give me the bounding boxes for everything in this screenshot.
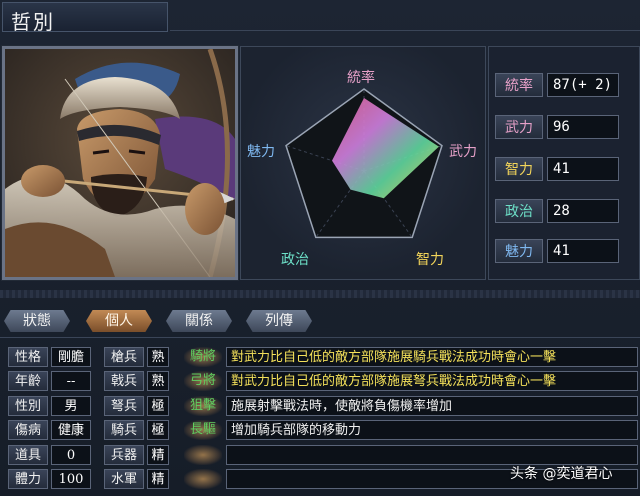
personal-label-age: 年齡 [8,371,48,391]
general-name-box: 哲別 [2,2,168,34]
skill-slot-empty[interactable] [184,445,222,465]
stat-value: 41 [547,239,619,263]
skill-description-empty [226,445,638,465]
radar-label-pol: 政治 [281,252,309,268]
aptitude-value-cavalry: 極 [147,420,169,440]
stat-row-cha: 魅力 41 [495,239,635,263]
radar-label-war: 武力 [449,144,477,160]
stat-label: 政治 [495,199,543,223]
aptitude-label-cavalry: 騎兵 [104,420,144,440]
skill-name[interactable]: 騎將 [184,347,222,367]
tab-biography[interactable]: 列傳 [246,310,312,332]
tab-status[interactable]: 狀態 [4,310,70,332]
stat-row-lead: 統率 87(+ 2) [495,73,635,97]
radar-label-cha: 魅力 [247,144,275,160]
stat-value: 87(+ 2) [547,73,619,97]
skill-slot-empty[interactable] [184,469,222,489]
aptitude-label-crossbow: 弩兵 [104,396,144,416]
aptitude-value-crossbow: 極 [147,396,169,416]
aptitude-value-spear: 熟 [147,347,169,367]
general-info-screen: 哲別 統率 武力 智力 政治 魅力 統率 87(+ 2) 武力 96 智力 41… [0,0,640,496]
stat-row-war: 武力 96 [495,115,635,139]
stat-label: 智力 [495,157,543,181]
title-divider [170,30,640,31]
skill-description: 對武力比自己低的敵方部隊施展騎兵戰法成功時會心一擊 [226,347,638,367]
aptitude-label-spear: 槍兵 [104,347,144,367]
stat-value: 28 [547,199,619,223]
skill-name[interactable]: 狙擊 [184,396,222,416]
stat-row-int: 智力 41 [495,157,635,181]
personal-value-age: -- [51,371,91,391]
personal-label-items: 道具 [8,445,48,465]
aptitude-value-navy: 精 [147,469,169,489]
skill-description: 施展射擊戰法時，使敵將負傷機率增加 [226,396,638,416]
stat-value: 41 [547,157,619,181]
personal-label-gender: 性別 [8,396,48,416]
portrait-image [5,49,235,277]
section-divider-band [0,290,640,298]
watermark: 头条 @奕道君心 [510,466,613,482]
radar-label-int: 智力 [416,252,444,268]
personal-value-stamina: 100 [51,469,91,489]
stat-label: 魅力 [495,239,543,263]
aptitude-value-siege: 精 [147,445,169,465]
aptitude-label-siege: 兵器 [104,445,144,465]
personal-label-stamina: 體力 [8,469,48,489]
personal-value-items: 0 [51,445,91,465]
skill-description: 對武力比自己低的敵方部隊施展弩兵戰法成功時會心一擊 [226,371,638,391]
skill-name[interactable]: 長驅 [184,420,222,440]
personal-value-injury: 健康 [51,420,91,440]
personal-value-personality: 剛膽 [51,347,91,367]
tab-personal[interactable]: 個人 [86,310,152,332]
aptitude-label-navy: 水軍 [104,469,144,489]
aptitude-label-halberd: 戟兵 [104,371,144,391]
skill-name[interactable]: 弓將 [184,371,222,391]
general-name: 哲別 [11,10,55,34]
aptitude-value-halberd: 熟 [147,371,169,391]
stat-value: 96 [547,115,619,139]
personal-value-gender: 男 [51,396,91,416]
radar-label-lead: 統率 [347,70,375,86]
personal-label-personality: 性格 [8,347,48,367]
personal-label-injury: 傷病 [8,420,48,440]
stat-label: 武力 [495,115,543,139]
stat-row-pol: 政治 28 [495,199,635,223]
stat-label: 統率 [495,73,543,97]
tab-relations[interactable]: 關係 [166,310,232,332]
general-portrait [2,46,238,280]
stats-panel: 統率 87(+ 2) 武力 96 智力 41 政治 28 魅力 41 [488,46,640,280]
ability-radar-chart: 統率 武力 智力 政治 魅力 [240,46,486,280]
tab-divider [0,337,640,338]
skill-description: 增加騎兵部隊的移動力 [226,420,638,440]
